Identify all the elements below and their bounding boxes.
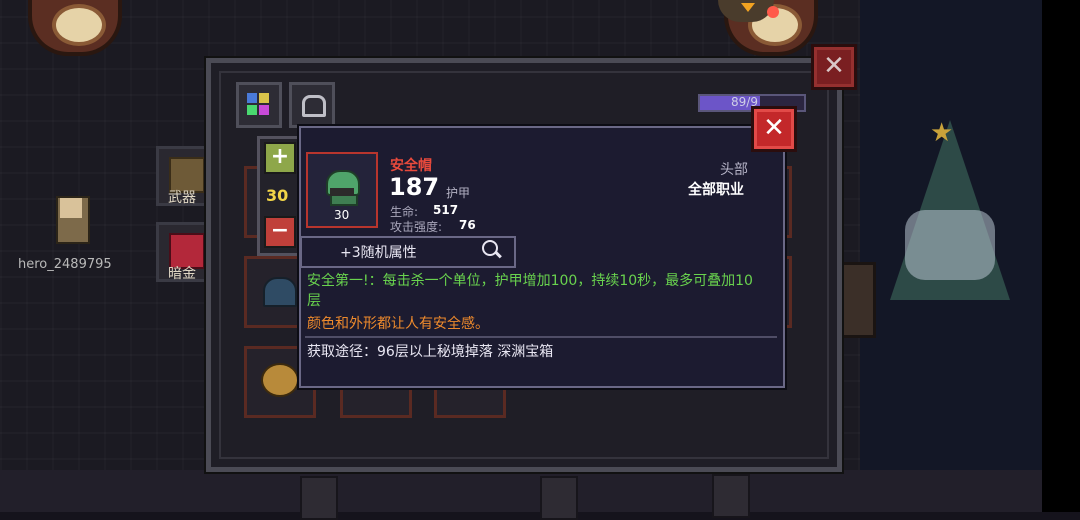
notification-dot-icon bbox=[767, 6, 779, 18]
tooltip-divider bbox=[305, 336, 777, 338]
skill-description: 安全第一!：每击杀一个单位，护甲增加100，持续10秒，最多可叠加10层 bbox=[307, 273, 753, 309]
hero-head bbox=[60, 198, 82, 218]
item-icon-level: 30 bbox=[334, 208, 350, 222]
helmet-outline-icon bbox=[302, 95, 326, 117]
tree-snow bbox=[905, 210, 995, 280]
flavor-text: 颜色和外形都让人有安全感。 bbox=[307, 316, 489, 332]
stat-value: 76 bbox=[459, 218, 476, 232]
level-value: 30 bbox=[266, 186, 289, 205]
equip-slot-type: 头部 bbox=[720, 162, 748, 178]
armor-value: 187 bbox=[389, 173, 440, 201]
weapon-label: 武器 bbox=[168, 190, 196, 206]
equip-class: 全部职业 bbox=[688, 182, 744, 198]
item-name: 安全帽 bbox=[390, 158, 432, 174]
tab-helmet[interactable] bbox=[289, 82, 335, 128]
close-tooltip-button[interactable]: ✕ bbox=[751, 106, 797, 152]
floor-prop bbox=[540, 476, 578, 520]
tab-all-items[interactable] bbox=[236, 82, 282, 128]
close-inventory-button[interactable]: ✕ bbox=[811, 44, 857, 90]
tree-star-icon: ★ bbox=[930, 118, 954, 148]
item-source: 获取途径：96层以上秘境掉落 深渊宝箱 bbox=[307, 344, 554, 360]
background-floor bbox=[0, 470, 1042, 512]
dark-gold-label: 暗金 bbox=[168, 266, 196, 282]
helmet-visor bbox=[330, 188, 354, 196]
random-attributes-label: +3随机属性 bbox=[340, 245, 417, 261]
helmet-chin bbox=[330, 196, 358, 206]
screen-edge bbox=[1042, 0, 1080, 512]
stat-value: 517 bbox=[433, 203, 459, 217]
floor-prop bbox=[712, 474, 750, 518]
stat-label: 攻击强度: bbox=[390, 220, 443, 234]
armor-label: 护甲 bbox=[446, 186, 471, 200]
level-minus-button[interactable]: − bbox=[264, 216, 296, 248]
notification-arrow-icon bbox=[741, 3, 755, 12]
level-plus-button[interactable]: + bbox=[264, 142, 296, 174]
floor-prop bbox=[300, 476, 338, 520]
hero-name: hero_2489795 bbox=[18, 257, 112, 272]
